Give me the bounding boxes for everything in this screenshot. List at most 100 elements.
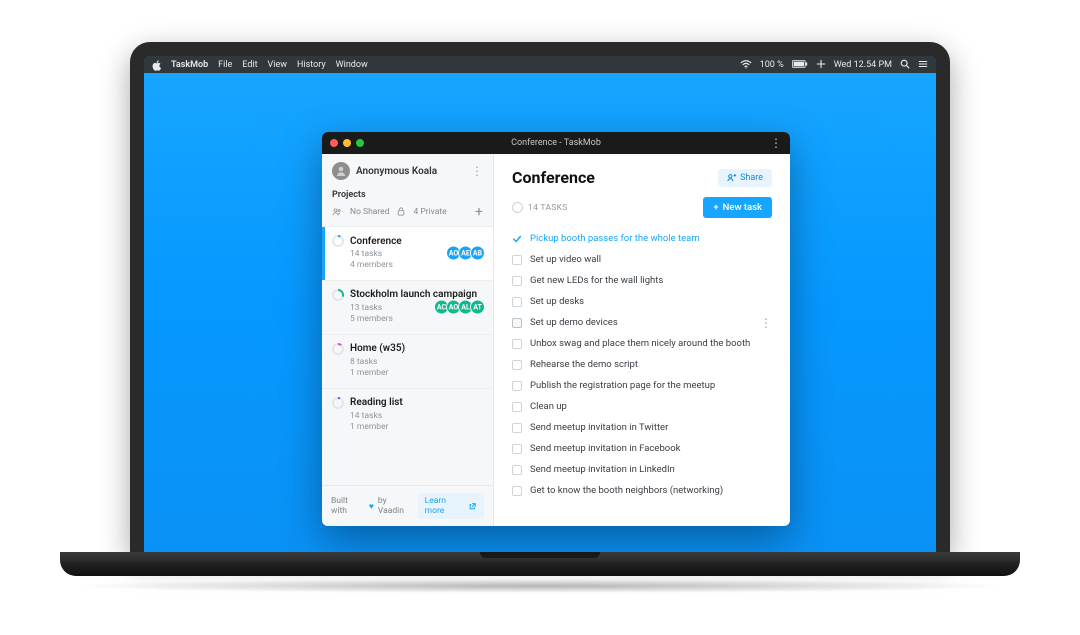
expand-icon[interactable] xyxy=(816,59,826,69)
project-item[interactable]: Stockholm launch campaign13 tasks5 membe… xyxy=(322,280,493,334)
sub-row: 14 TASKS + New task xyxy=(512,197,772,218)
traffic-lights xyxy=(330,139,364,147)
progress-icon xyxy=(332,289,344,301)
checkbox-icon[interactable] xyxy=(512,444,522,454)
checkbox-icon[interactable] xyxy=(512,360,522,370)
checkbox-icon[interactable] xyxy=(512,234,522,244)
window-title: Conference - TaskMob xyxy=(322,138,790,148)
add-project-icon[interactable]: + xyxy=(475,204,483,220)
menu-history[interactable]: History xyxy=(297,60,326,70)
task-row[interactable]: Unbox swag and place them nicely around … xyxy=(512,333,772,354)
projects-header: Projects No Shared 4 Private + xyxy=(322,188,493,226)
menu-icon[interactable] xyxy=(918,59,928,69)
checkbox-icon[interactable] xyxy=(512,318,522,328)
checkbox-icon[interactable] xyxy=(512,255,522,265)
menubar-left: TaskMob File Edit View History Window xyxy=(152,58,378,71)
share-button[interactable]: Share xyxy=(718,169,772,187)
task-row[interactable]: Rehearse the demo script xyxy=(512,354,772,375)
task-row[interactable]: Set up desks xyxy=(512,291,772,312)
menubar-clock[interactable]: Wed 12.54 PM xyxy=(834,60,892,70)
search-icon[interactable] xyxy=(900,59,910,69)
task-text: Rehearse the demo script xyxy=(530,359,638,370)
task-row[interactable]: Get to know the booth neighbors (network… xyxy=(512,480,772,501)
checkbox-icon[interactable] xyxy=(512,486,522,496)
laptop-shadow xyxy=(80,579,1000,593)
checkbox-icon[interactable] xyxy=(512,465,522,475)
task-row[interactable]: Set up video wall xyxy=(512,249,772,270)
laptop-screen: TaskMob FileEditViewHistoryWindow 100 % … xyxy=(130,42,950,552)
menubar-app-name[interactable]: TaskMob xyxy=(171,60,208,70)
project-list: Conference14 tasks4 membersAOAEABStockho… xyxy=(322,226,493,485)
maximize-icon[interactable] xyxy=(356,139,364,147)
checkbox-icon[interactable] xyxy=(512,276,522,286)
laptop-base xyxy=(60,552,1020,576)
project-name: Reading list xyxy=(350,397,403,408)
menu-file[interactable]: File xyxy=(218,60,232,70)
private-count: 4 Private xyxy=(413,207,446,217)
task-list: Pickup booth passes for the whole team Se… xyxy=(512,228,772,526)
task-text: Send meetup invitation in Facebook xyxy=(530,443,680,454)
heart-icon: ♥ xyxy=(369,501,374,512)
project-avatars: ACAOALAT xyxy=(437,300,485,315)
apple-icon[interactable] xyxy=(152,58,161,71)
user-row[interactable]: Anonymous Koala ⋮ xyxy=(322,154,493,188)
project-name: Stockholm launch campaign xyxy=(350,289,477,300)
task-row[interactable]: Send meetup invitation in LinkedIn xyxy=(512,459,772,480)
progress-icon xyxy=(332,235,344,247)
menu-window[interactable]: Window xyxy=(336,60,368,70)
task-row[interactable]: Get new LEDs for the wall lights xyxy=(512,270,772,291)
checkbox-icon[interactable] xyxy=(512,381,522,391)
close-icon[interactable] xyxy=(330,139,338,147)
task-menu-icon[interactable]: ⋮ xyxy=(760,319,772,327)
footer-suffix: by Vaadin xyxy=(378,496,414,516)
project-item[interactable]: Conference14 tasks4 membersAOAEAB xyxy=(322,226,493,280)
window-menu-icon[interactable]: ⋮ xyxy=(770,139,782,147)
titlebar[interactable]: Conference - TaskMob ⋮ xyxy=(322,132,790,154)
sidebar: Anonymous Koala ⋮ Projects No Shared xyxy=(322,154,494,526)
task-text: Get new LEDs for the wall lights xyxy=(530,275,663,286)
task-row[interactable]: Send meetup invitation in Facebook xyxy=(512,438,772,459)
footer-prefix: Built with xyxy=(331,496,365,516)
checkbox-icon[interactable] xyxy=(512,339,522,349)
new-task-button[interactable]: + New task xyxy=(703,197,772,218)
task-row[interactable]: Publish the registration page for the me… xyxy=(512,375,772,396)
task-text: Set up demo devices xyxy=(530,317,618,328)
wifi-icon[interactable] xyxy=(740,60,752,70)
menubar: TaskMob FileEditViewHistoryWindow 100 % … xyxy=(144,56,936,73)
main-panel: Conference Share 14 TASKS xyxy=(494,154,790,526)
project-name: Conference xyxy=(350,236,402,247)
project-item[interactable]: Home (w35)8 tasks1 member xyxy=(322,334,493,388)
desktop-wallpaper: TaskMob FileEditViewHistoryWindow 100 % … xyxy=(144,56,936,552)
checkbox-icon[interactable] xyxy=(512,423,522,433)
task-text: Send meetup invitation in Twitter xyxy=(530,422,668,433)
minimize-icon[interactable] xyxy=(343,139,351,147)
learn-more-label: Learn more xyxy=(425,496,467,516)
task-text: Set up video wall xyxy=(530,254,601,265)
task-text: Publish the registration page for the me… xyxy=(530,380,715,391)
avatar: AB xyxy=(470,246,485,261)
lock-icon xyxy=(397,207,405,217)
battery-text: 100 % xyxy=(760,60,784,70)
new-task-label: New task xyxy=(723,202,762,213)
task-row[interactable]: Send meetup invitation in Twitter xyxy=(512,417,772,438)
projects-label: Projects xyxy=(332,190,483,200)
main-header: Conference Share xyxy=(512,168,772,187)
no-shared-label: No Shared xyxy=(350,207,389,217)
page-title: Conference xyxy=(512,168,595,187)
task-row[interactable]: Set up demo devices ⋮ xyxy=(512,312,772,333)
task-text: Clean up xyxy=(530,401,567,412)
learn-more-button[interactable]: Learn more xyxy=(418,493,484,519)
task-text: Unbox swag and place them nicely around … xyxy=(530,338,750,349)
checkbox-icon[interactable] xyxy=(512,402,522,412)
user-menu-icon[interactable]: ⋮ xyxy=(471,167,483,175)
project-item[interactable]: Reading list14 tasks1 member xyxy=(322,388,493,442)
task-text: Send meetup invitation in LinkedIn xyxy=(530,464,675,475)
menu-view[interactable]: View xyxy=(268,60,287,70)
task-row[interactable]: Pickup booth passes for the whole team xyxy=(512,228,772,249)
project-avatars: AOAEAB xyxy=(449,246,485,261)
checkbox-icon[interactable] xyxy=(512,297,522,307)
menu-edit[interactable]: Edit xyxy=(242,60,257,70)
project-meta: 8 tasks1 member xyxy=(350,357,483,380)
app-window: Conference - TaskMob ⋮ Anonymous Koala ⋮ xyxy=(322,132,790,526)
task-row[interactable]: Clean up xyxy=(512,396,772,417)
